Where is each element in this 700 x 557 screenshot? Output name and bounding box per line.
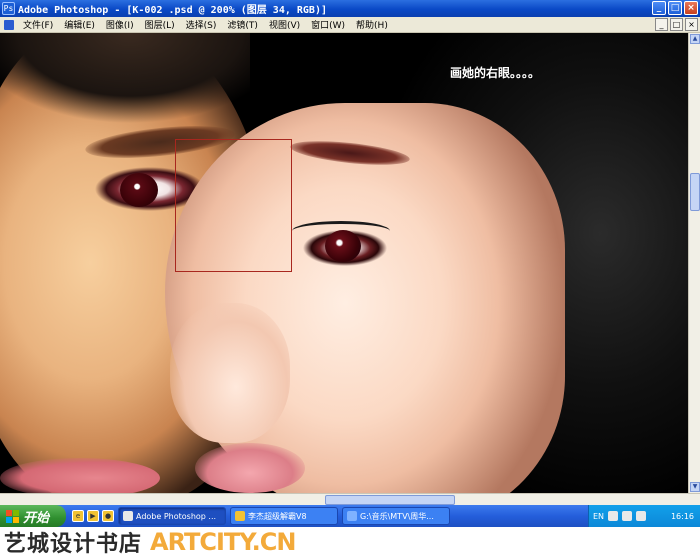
task-folder-label: G:\音乐\MTV\周华...	[360, 511, 434, 521]
document-canvas[interactable]: 画她的右眼。。。。	[0, 33, 688, 493]
window-controls: _ □ ×	[652, 1, 698, 15]
canvas-annotation: 画她的右眼。。。。	[450, 66, 541, 80]
task-media-player-label: 李杰超级解霸V8	[248, 511, 307, 521]
menu-file[interactable]: 文件(F)	[18, 18, 59, 31]
horizontal-scrollbar[interactable]	[0, 493, 700, 505]
menu-filter[interactable]: 滤镜(T)	[222, 18, 264, 31]
scroll-down-icon[interactable]: ▼	[690, 482, 700, 492]
photoshop-app-icon[interactable]: Ps	[2, 2, 15, 15]
doc-restore-button[interactable]: □	[670, 18, 683, 31]
keyboard-tray-icon[interactable]	[622, 511, 633, 521]
photoshop-task-icon	[123, 511, 133, 521]
woman-nose	[170, 303, 290, 443]
minimize-button[interactable]: _	[652, 1, 666, 15]
maximize-button[interactable]: □	[668, 1, 682, 15]
start-button[interactable]: 开始	[0, 505, 66, 527]
quick-launch: e ▶ ●	[72, 510, 114, 522]
task-folder[interactable]: G:\音乐\MTV\周华...	[342, 507, 450, 525]
document-controls: _ □ ×	[655, 18, 698, 31]
system-tray: EN 16:16	[588, 505, 700, 527]
task-photoshop-label: Adobe Photoshop ...	[136, 511, 217, 521]
doc-minimize-button[interactable]: _	[655, 18, 668, 31]
man-iris	[120, 173, 158, 207]
menu-layer[interactable]: 图层(L)	[140, 18, 181, 31]
menu-bar: 文件(F) 编辑(E) 图像(I) 图层(L) 选择(S) 滤镜(T) 视图(V…	[0, 17, 700, 33]
menu-image[interactable]: 图像(I)	[101, 18, 140, 31]
document-icon[interactable]	[4, 19, 14, 30]
highlight-rectangle	[175, 139, 292, 272]
quick-launch-ie-icon[interactable]: e	[72, 510, 84, 522]
menu-view[interactable]: 视图(V)	[264, 18, 306, 31]
man-hair	[0, 33, 250, 133]
quick-launch-media-icon[interactable]: ▶	[87, 510, 99, 522]
watermark-banner: 艺城设计书店 ARTCITY.CN	[0, 527, 700, 557]
vertical-scrollbar[interactable]: ▲ ▼	[688, 33, 700, 493]
folder-task-icon	[347, 511, 357, 521]
watermark-chinese: 艺城设计书店	[4, 532, 143, 557]
menu-help[interactable]: 帮助(H)	[351, 18, 394, 31]
woman-iris	[325, 230, 361, 262]
woman-lips	[195, 443, 305, 493]
menu-edit[interactable]: 编辑(E)	[59, 18, 101, 31]
media-player-task-icon	[235, 511, 245, 521]
watermark-english: ARTCITY.CN	[150, 528, 296, 556]
task-media-player[interactable]: 李杰超级解霸V8	[230, 507, 338, 525]
language-indicator[interactable]: EN	[593, 512, 604, 521]
menu-select[interactable]: 选择(S)	[181, 18, 223, 31]
taskbar: 开始 e ▶ ● Adobe Photoshop ... 李杰超级解霸V8 G:…	[0, 505, 700, 527]
menu-window[interactable]: 窗口(W)	[306, 18, 351, 31]
vertical-scroll-thumb[interactable]	[690, 173, 700, 211]
task-photoshop[interactable]: Adobe Photoshop ...	[118, 507, 226, 525]
clock: 16:16	[670, 511, 694, 521]
horizontal-scroll-thumb[interactable]	[325, 495, 455, 505]
network-tray-icon[interactable]	[636, 511, 647, 521]
start-label: 开始	[23, 510, 50, 526]
man-lips	[0, 458, 160, 493]
windows-logo-icon	[6, 509, 19, 523]
help-tray-icon[interactable]	[608, 511, 619, 521]
doc-close-button[interactable]: ×	[685, 18, 698, 31]
quick-launch-app-icon[interactable]: ●	[102, 510, 114, 522]
close-button[interactable]: ×	[684, 1, 698, 15]
scroll-up-icon[interactable]: ▲	[690, 34, 700, 44]
window-title: Adobe Photoshop - [K-002 .psd @ 200% (图层…	[18, 5, 327, 16]
title-bar[interactable]: Ps Adobe Photoshop - [K-002 .psd @ 200% …	[0, 0, 700, 17]
